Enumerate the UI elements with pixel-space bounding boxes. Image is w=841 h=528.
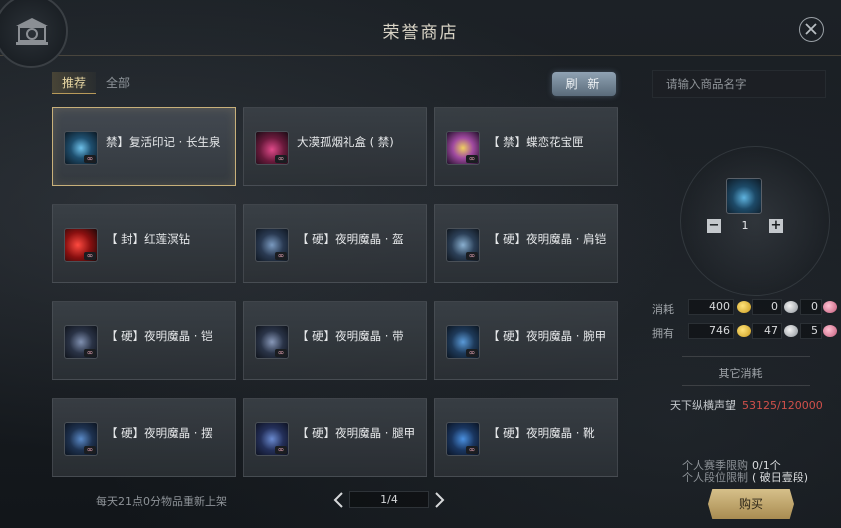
item-name: 【 硬】夜明魔晶 · 靴 [488,426,595,440]
restock-note: 每天21点0分物品重新上架 [96,495,227,508]
red-gem-icon: ∞ [64,228,98,262]
boots-icon: ∞ [446,422,480,456]
blue-mark-icon: ∞ [64,131,98,165]
tab-all[interactable]: 全部 [106,72,130,94]
item-card[interactable]: ∞ 禁】复活印记 · 长生泉 [52,107,236,186]
close-button[interactable] [799,17,824,42]
item-name: 禁】复活印记 · 长生泉 [106,135,221,149]
prestige-line: 天下纵横声望 53125/120000 [670,397,823,413]
item-card[interactable]: ∞ 【 封】红莲溟钻 [52,204,236,283]
own-gold-value: 746 [688,323,734,339]
search-input[interactable] [652,70,826,98]
own-label: 拥有 [652,327,674,340]
close-icon [805,23,817,35]
item-name: 【 硬】夜明魔晶 · 肩铠 [488,232,607,246]
leg-icon: ∞ [255,422,289,456]
pink-coin-icon [823,301,837,313]
consume-label: 消耗 [652,303,674,316]
selected-item-icon [726,178,762,214]
item-grid: ∞ 禁】复活印记 · 长生泉 ∞ 大漠孤烟礼盒 ( 禁) ∞ 【 禁】蝶恋花宝匣… [52,107,618,479]
consume-pink-value: 0 [800,299,822,315]
consume-silver-value: 0 [752,299,782,315]
title-bar: 荣誉商店 [0,0,841,68]
rank-limit-label: 个人段位限制 [682,471,748,484]
rank-limit-value: ( 破日壹段) [752,471,809,484]
item-name: 【 硬】夜明魔晶 · 腕甲 [488,329,607,343]
belt-icon: ∞ [255,325,289,359]
page-indicator: 1/4 [349,491,429,508]
detail-panel: − 1 + 消耗 400 0 0 拥有 746 47 5 其它消耗 天下纵横声望… [640,56,841,528]
silver-coin-icon [784,301,798,313]
gold-coin-icon [737,325,751,337]
item-name: 【 禁】蝶恋花宝匣 [488,135,584,149]
item-card[interactable]: ∞ 【 硬】夜明魔晶 · 盔 [243,204,427,283]
item-card[interactable]: ∞ 【 硬】夜明魔晶 · 带 [243,301,427,380]
pink-coin-icon [823,325,837,337]
other-cost-label: 其它消耗 [718,367,763,380]
bracer-icon: ∞ [446,325,480,359]
quantity-value[interactable]: 1 [727,219,763,233]
increase-button[interactable]: + [769,219,783,233]
item-card[interactable]: ∞ 【 硬】夜明魔晶 · 腿甲 [243,398,427,477]
page-title: 荣誉商店 [382,23,459,43]
own-pink-value: 5 [800,323,822,339]
armor-icon: ∞ [64,325,98,359]
skirt-icon: ∞ [64,422,98,456]
consume-row: 消耗 400 0 0 [652,299,837,317]
refresh-button[interactable]: 刷 新 [552,72,616,96]
item-name: 【 硬】夜明魔晶 · 摆 [106,426,213,440]
item-name: 【 硬】夜明魔晶 · 腿甲 [297,426,416,440]
divider [682,385,810,386]
gold-coin-icon [737,301,751,313]
consume-gold-value: 400 [688,299,734,315]
gift-box-icon: ∞ [255,131,289,165]
item-card[interactable]: ∞ 大漠孤烟礼盒 ( 禁) [243,107,427,186]
own-silver-value: 47 [752,323,782,339]
item-card[interactable]: ∞ 【 硬】夜明魔晶 · 腕甲 [434,301,618,380]
purchase-limits: 个人赛季限购 0/1个 个人段位限制( 破日壹段) [682,460,808,484]
item-name: 【 硬】夜明魔晶 · 带 [297,329,404,343]
buy-button[interactable]: 购买 [708,489,794,519]
item-card[interactable]: ∞ 【 硬】夜明魔晶 · 摆 [52,398,236,477]
next-page-icon[interactable] [432,491,446,509]
item-card[interactable]: ∞ 【 禁】蝶恋花宝匣 [434,107,618,186]
shoulder-icon: ∞ [446,228,480,262]
item-name: 【 封】红莲溟钻 [106,232,191,246]
prev-page-icon[interactable] [332,491,346,509]
item-card[interactable]: ∞ 【 硬】夜明魔晶 · 肩铠 [434,204,618,283]
pagination: 1/4 [332,490,446,510]
item-card[interactable]: ∞ 【 硬】夜明魔晶 · 靴 [434,398,618,477]
category-tabs: 推荐 全部 刷 新 [52,72,618,96]
tab-recommended[interactable]: 推荐 [52,72,96,94]
item-name: 【 硬】夜明魔晶 · 铠 [106,329,213,343]
prestige-value: 53125/120000 [742,399,823,412]
item-name: 【 硬】夜明魔晶 · 盔 [297,232,404,246]
prestige-label: 天下纵横声望 [670,399,736,412]
own-row: 拥有 746 47 5 [652,323,837,341]
divider [682,356,810,357]
helmet-icon: ∞ [255,228,289,262]
item-card[interactable]: ∞ 【 硬】夜明魔晶 · 铠 [52,301,236,380]
decrease-button[interactable]: − [707,219,721,233]
butterfly-box-icon: ∞ [446,131,480,165]
silver-coin-icon [784,325,798,337]
quantity-stepper: − 1 + [707,219,783,235]
item-name: 大漠孤烟礼盒 ( 禁) [297,135,394,149]
